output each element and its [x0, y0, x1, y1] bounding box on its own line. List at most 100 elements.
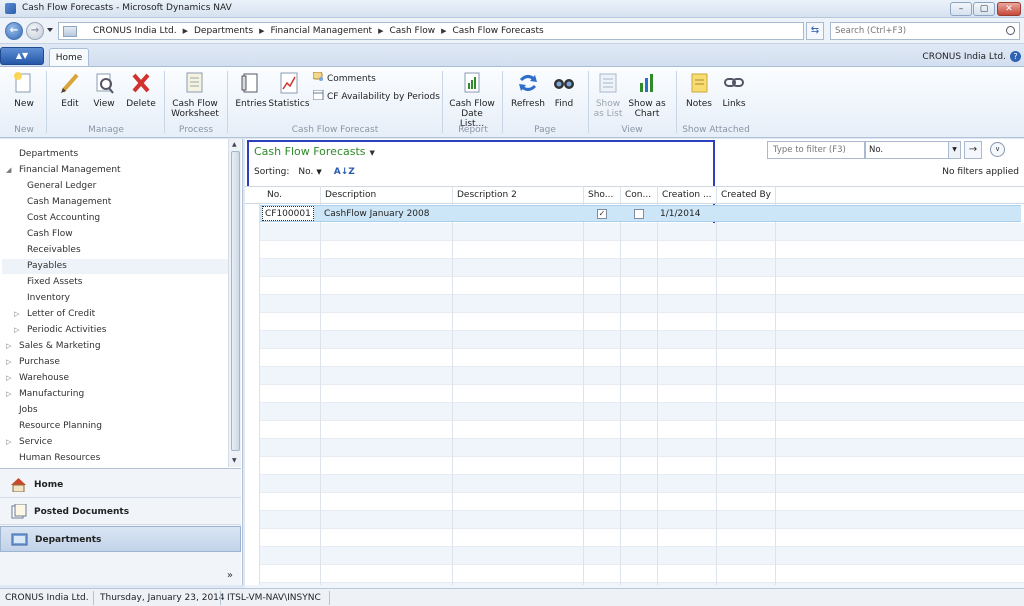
show-as-chart-button[interactable]: Show as Chart	[627, 71, 667, 119]
nav-item-human-resources[interactable]: Human Resources	[19, 453, 100, 463]
entries-book-icon	[238, 71, 264, 95]
sort-order-icon[interactable]: A↓Z	[334, 167, 355, 177]
comments-button[interactable]: Comments	[312, 71, 376, 84]
maximize-button[interactable]: ▢	[973, 2, 995, 16]
crumb-departments[interactable]: Departments	[194, 26, 253, 36]
consider-checkbox[interactable]	[634, 209, 644, 219]
history-dropdown-icon[interactable]	[47, 28, 53, 32]
column-consider[interactable]: Con...	[625, 190, 651, 200]
crumb-financial-management[interactable]: Financial Management	[271, 26, 373, 36]
filter-input[interactable]: Type to filter (F3)	[767, 141, 865, 159]
nav-item-service[interactable]: ▷ Service	[6, 437, 52, 447]
cash-flow-date-list-button[interactable]: Cash Flow Date List...	[448, 71, 496, 129]
expand-icon[interactable]: ▷	[6, 374, 11, 382]
statistics-button[interactable]: Statistics	[268, 71, 310, 109]
new-button[interactable]: New	[10, 71, 38, 109]
entries-button[interactable]: Entries	[234, 71, 268, 109]
status-separator	[220, 591, 221, 605]
configure-buttons-icon[interactable]: »	[227, 570, 233, 581]
nav-item-sales-marketing[interactable]: ▷ Sales & Marketing	[6, 341, 101, 351]
filter-field-select[interactable]: No. ▼	[865, 141, 961, 159]
worksheet-icon	[182, 71, 208, 95]
expand-icon[interactable]: ▷	[14, 326, 19, 334]
refresh-button[interactable]: Refresh	[510, 71, 546, 109]
back-button[interactable]: ←	[5, 22, 23, 40]
crumb-cash-flow[interactable]: Cash Flow	[389, 26, 435, 36]
minimize-button[interactable]: –	[950, 2, 972, 16]
nav-item-departments[interactable]: Departments	[19, 149, 78, 159]
column-description-2[interactable]: Description 2	[457, 190, 517, 200]
find-button[interactable]: Find	[550, 71, 578, 109]
nav-item-purchase[interactable]: ▷ Purchase	[6, 357, 60, 367]
nav-item-manufacturing[interactable]: ▷ Manufacturing	[6, 389, 84, 399]
nav-item-inventory[interactable]: Inventory	[27, 293, 70, 303]
crumb-cash-flow-forecasts[interactable]: Cash Flow Forecasts	[452, 26, 543, 36]
cell-description[interactable]: CashFlow January 2008	[324, 209, 429, 219]
nav-item-resource-planning[interactable]: Resource Planning	[19, 421, 102, 431]
group-view-label: View	[621, 125, 643, 135]
status-date[interactable]: Thursday, January 23, 2014	[100, 593, 225, 603]
cell-creation-date[interactable]: 1/1/2014	[660, 209, 700, 219]
notes-button[interactable]: Notes	[684, 71, 714, 109]
application-menu-button[interactable]: ▲▼	[0, 47, 44, 65]
calendar-icon	[312, 89, 324, 101]
expand-icon[interactable]: ▷	[14, 310, 19, 318]
row-selector-column[interactable]	[245, 186, 260, 585]
expand-icon[interactable]: ▷	[6, 438, 11, 446]
column-created-by[interactable]: Created By	[721, 190, 771, 200]
nav-item-general-ledger[interactable]: General Ledger	[27, 181, 96, 191]
page-title[interactable]: Cash Flow Forecasts ▼	[254, 145, 375, 158]
column-show[interactable]: Sho...	[588, 190, 613, 200]
links-button[interactable]: Links	[719, 71, 749, 109]
nav-item-periodic-activities[interactable]: ▷ Periodic Activities	[14, 325, 106, 335]
refresh-address-icon[interactable]: ⇆	[806, 22, 824, 40]
delete-button[interactable]: Delete	[125, 71, 157, 109]
nav-item-payables[interactable]: Payables	[2, 259, 228, 274]
nav-item-warehouse[interactable]: ▷ Warehouse	[6, 373, 69, 383]
tab-home[interactable]: Home	[49, 48, 89, 68]
crumb-company[interactable]: CRONUS India Ltd.	[93, 26, 177, 36]
expand-icon[interactable]: ▷	[6, 342, 11, 350]
expand-icon[interactable]: ▷	[6, 358, 11, 366]
help-icon[interactable]: ?	[1010, 51, 1021, 62]
close-button[interactable]: ✕	[997, 2, 1021, 16]
scroll-down-icon[interactable]: ▼	[232, 457, 237, 464]
scroll-thumb[interactable]	[231, 151, 240, 451]
nav-item-fixed-assets[interactable]: Fixed Assets	[27, 277, 82, 287]
view-button[interactable]: View	[90, 71, 118, 109]
dropdown-icon[interactable]: ▼	[948, 142, 960, 158]
cf-availability-button[interactable]: CF Availability by Periods	[312, 89, 440, 102]
sorting-field[interactable]: No. ▼	[298, 167, 321, 177]
nav-scrollbar[interactable]: ▲ ▼	[228, 139, 241, 467]
nav-button-posted-documents[interactable]: Posted Documents	[0, 499, 241, 525]
scroll-up-icon[interactable]: ▲	[232, 141, 237, 148]
column-divider	[775, 186, 776, 585]
collapse-icon[interactable]: ◢	[6, 166, 11, 174]
table-row[interactable]: CF100001 CashFlow January 2008 ✓ 1/1/201…	[260, 205, 1021, 222]
expand-filter-icon[interactable]: ∨	[990, 142, 1005, 157]
nav-item-financial-management[interactable]: ◢ Financial Management	[6, 165, 121, 175]
edit-button[interactable]: Edit	[56, 71, 84, 109]
cash-flow-worksheet-button[interactable]: Cash Flow Worksheet	[170, 71, 220, 119]
search-box[interactable]	[830, 22, 1020, 40]
show-as-list-button[interactable]: Show as List	[593, 71, 623, 119]
apply-filter-button[interactable]: →	[964, 141, 982, 159]
expand-icon[interactable]: ▷	[6, 390, 11, 398]
column-creation-date[interactable]: Creation ...	[662, 190, 712, 200]
column-description[interactable]: Description	[325, 190, 376, 200]
nav-item-jobs[interactable]: Jobs	[19, 405, 38, 415]
cell-no[interactable]: CF100001	[262, 206, 314, 221]
nav-item-cash-management[interactable]: Cash Management	[27, 197, 111, 207]
nav-item-cash-flow[interactable]: Cash Flow	[27, 229, 73, 239]
show-checkbox[interactable]: ✓	[597, 209, 607, 219]
search-input[interactable]	[831, 23, 1001, 39]
nav-item-receivables[interactable]: Receivables	[27, 245, 81, 255]
search-icon[interactable]	[1006, 26, 1015, 35]
title-dropdown-icon[interactable]: ▼	[370, 149, 375, 157]
forward-button[interactable]: →	[26, 22, 44, 40]
nav-button-departments[interactable]: Departments	[0, 526, 241, 552]
column-no[interactable]: No.	[267, 190, 282, 200]
nav-button-home[interactable]: Home	[0, 472, 241, 498]
nav-item-letter-of-credit[interactable]: ▷ Letter of Credit	[14, 309, 95, 319]
nav-item-cost-accounting[interactable]: Cost Accounting	[27, 213, 100, 223]
